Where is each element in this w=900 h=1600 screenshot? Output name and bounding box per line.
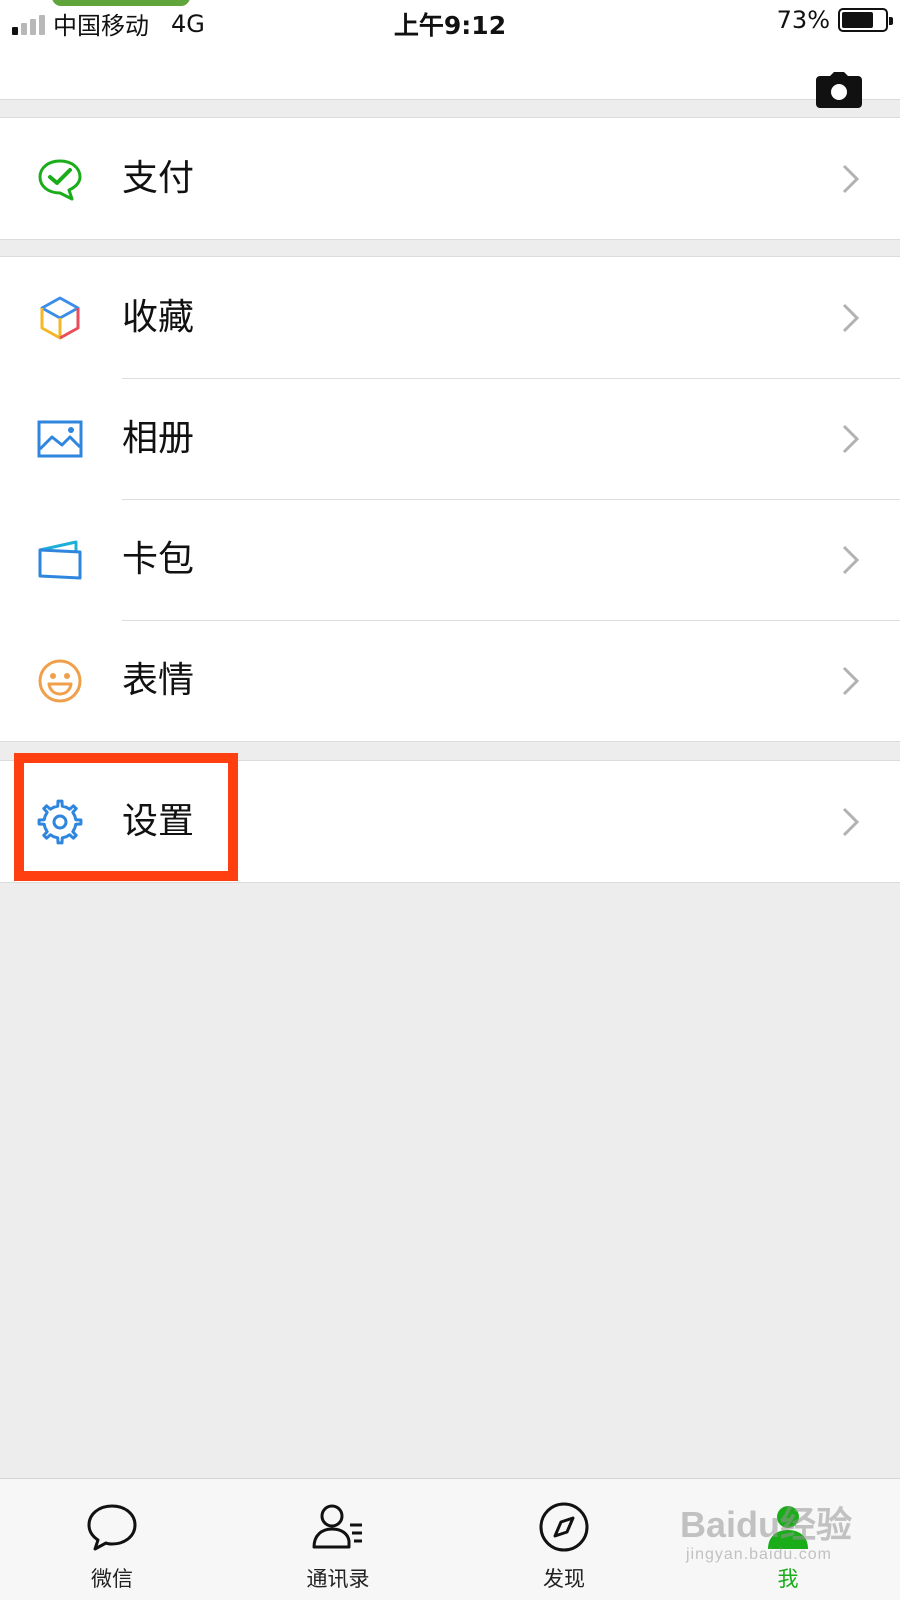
menu-item-pay[interactable]: 支付 xyxy=(0,118,900,239)
tab-chats[interactable]: 微信 xyxy=(42,1479,182,1600)
watermark-brand: Baidu经验 xyxy=(680,1504,853,1545)
menu-item-album[interactable]: 相册 xyxy=(0,378,900,499)
chevron-right-icon xyxy=(842,164,860,193)
tab-label: 发现 xyxy=(543,1567,585,1591)
menu-group-content: 收藏 相册 卡包 表情 xyxy=(0,256,900,742)
battery-icon xyxy=(838,8,893,32)
chevron-right-icon xyxy=(842,424,860,453)
watermark-url: jingyan.baidu.com xyxy=(686,1546,832,1563)
menu-item-favorites[interactable]: 收藏 xyxy=(0,257,900,378)
tab-label: 通讯录 xyxy=(306,1567,370,1591)
smiley-face-icon xyxy=(38,659,82,702)
chevron-right-icon xyxy=(842,807,860,836)
status-bar: 中国移动 4G 上午9:12 73% xyxy=(0,0,900,46)
menu-item-label: 卡包 xyxy=(122,538,195,580)
status-time: 上午9:12 xyxy=(393,11,507,40)
menu-group-pay: 支付 xyxy=(0,117,900,240)
status-bar-right: 73% xyxy=(776,6,893,34)
tab-contacts[interactable]: 通讯录 xyxy=(268,1479,408,1600)
baidu-jingyan-watermark: Baidu经验 jingyan.baidu.com xyxy=(680,1496,860,1576)
menu-item-stickers[interactable]: 表情 xyxy=(0,620,900,741)
menu-item-wallet[interactable]: 卡包 xyxy=(0,499,900,620)
menu-item-label: 收藏 xyxy=(122,296,195,338)
chevron-right-icon xyxy=(842,666,860,695)
compass-icon xyxy=(539,1502,589,1552)
menu-item-label: 表情 xyxy=(122,659,195,701)
wechat-pay-icon xyxy=(38,159,82,200)
camera-icon[interactable] xyxy=(816,72,862,108)
tab-label: 微信 xyxy=(91,1567,133,1591)
chevron-right-icon xyxy=(842,545,860,574)
chevron-right-icon xyxy=(842,303,860,332)
tab-discover[interactable]: 发现 xyxy=(494,1479,634,1600)
battery-percent: 73% xyxy=(776,6,830,34)
menu-item-label: 相册 xyxy=(122,417,195,459)
menu-item-label: 支付 xyxy=(122,157,195,199)
tab-bar: 微信 通讯录 发现 我 Baidu经验 jingyan.baidu.com xyxy=(0,1478,900,1600)
favorites-cube-icon xyxy=(40,296,80,339)
chat-bubble-icon xyxy=(87,1504,137,1551)
card-wallet-icon xyxy=(38,540,82,579)
contacts-icon xyxy=(312,1504,362,1549)
settings-highlight-box xyxy=(14,753,238,881)
top-bar xyxy=(0,46,900,108)
photo-album-icon xyxy=(37,420,83,457)
